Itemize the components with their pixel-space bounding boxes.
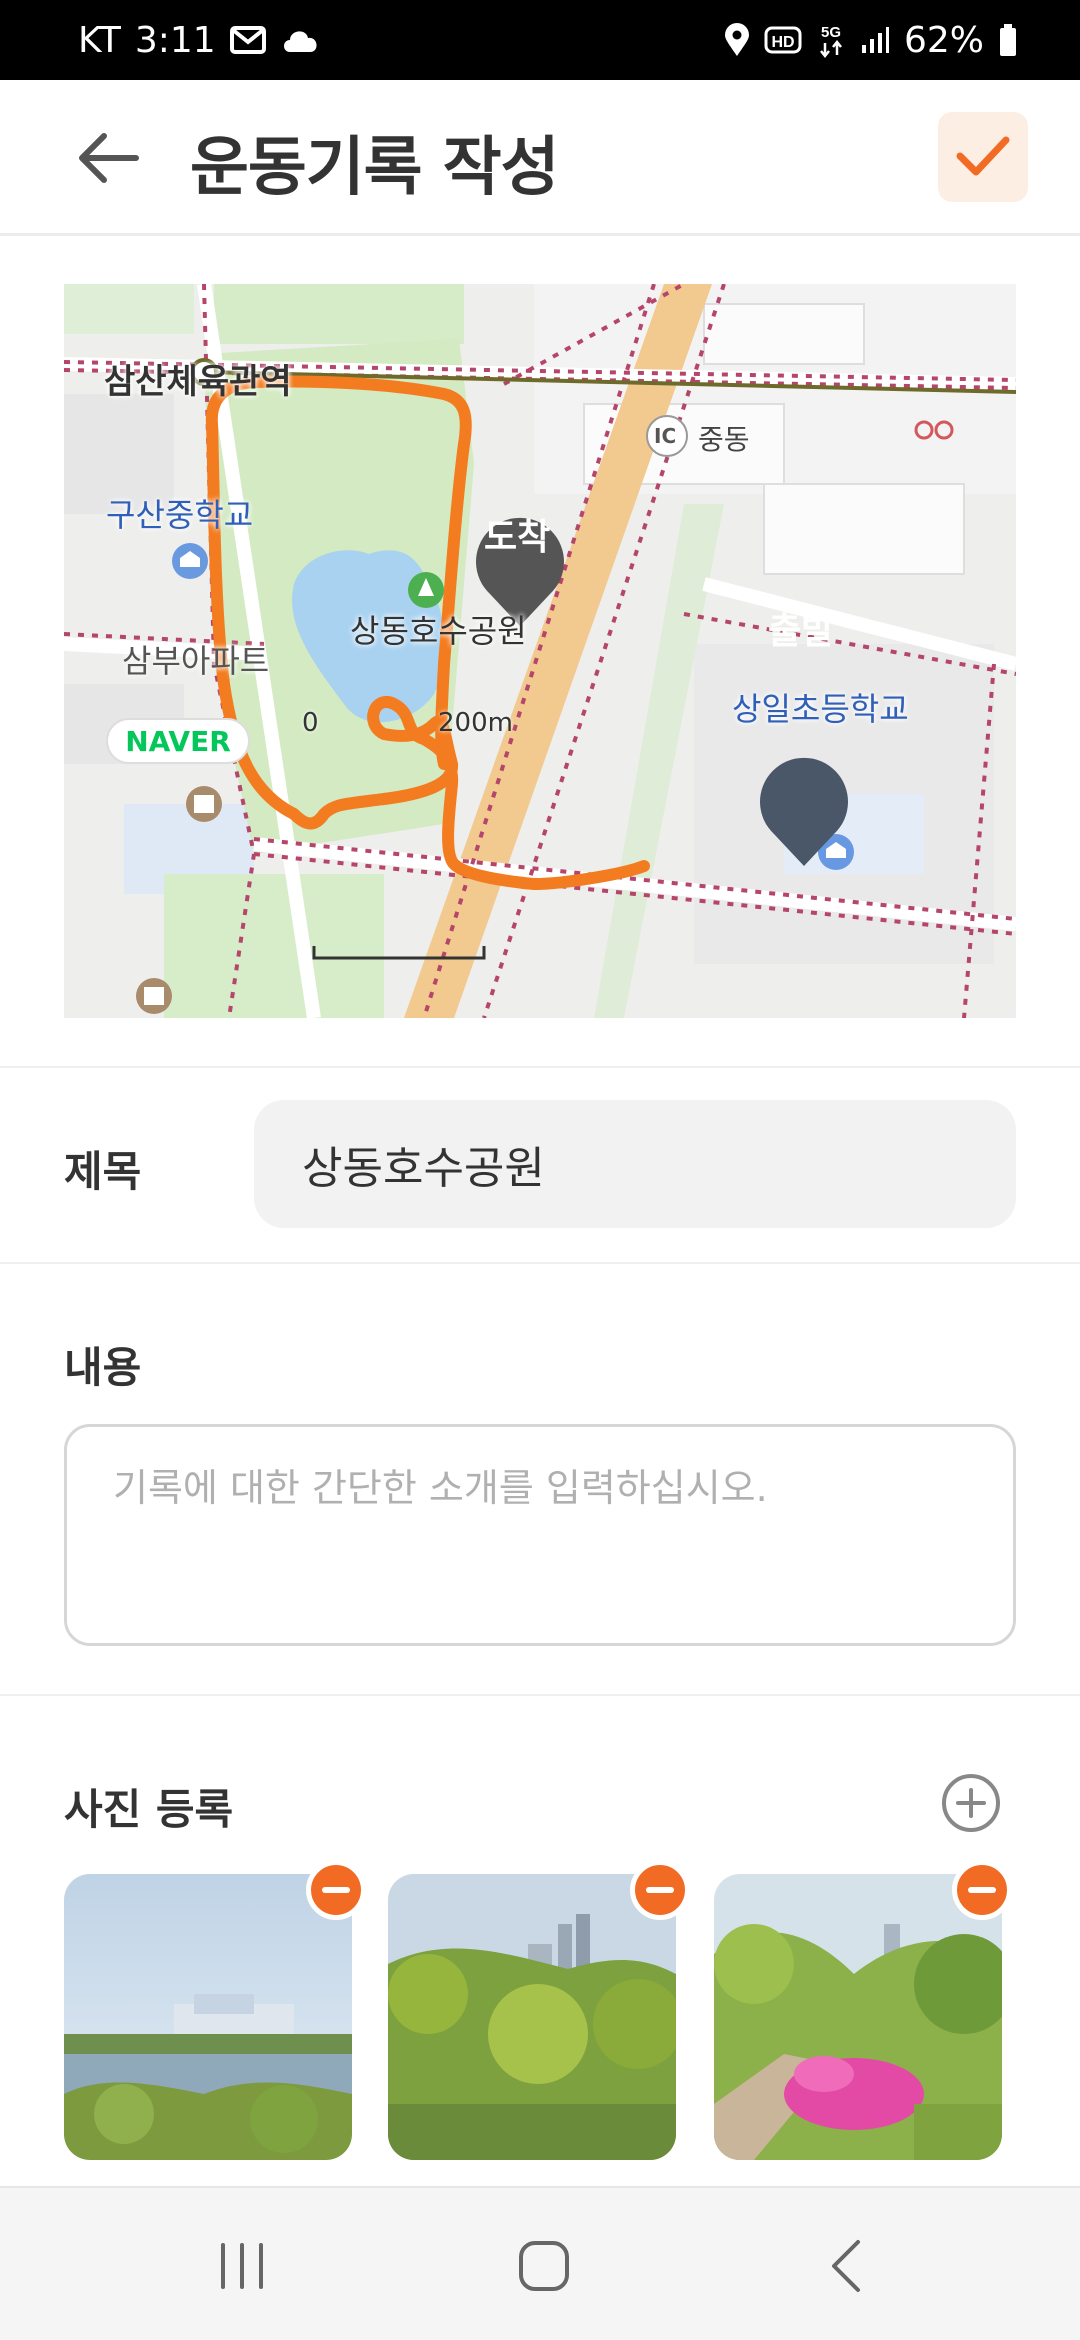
title-label: 제목: [64, 1147, 142, 1196]
divider: [0, 1066, 1080, 1068]
status-bar: KT 3:11 HD 5G 62%: [0, 0, 1080, 80]
arrow-left-icon: [79, 133, 139, 183]
naver-logo: NAVER: [106, 718, 250, 764]
back-button[interactable]: [62, 120, 154, 196]
time-text: 3:11: [134, 19, 216, 61]
battery-text: 62%: [903, 19, 984, 61]
route-map[interactable]: 삼산체육관역 구산중학교 삼부아파트 상동호수공원 상일초등학교 IC 중동 도…: [64, 284, 1016, 1018]
plus-icon: [956, 1788, 986, 1818]
status-right: HD 5G 62%: [724, 20, 1018, 61]
remove-photo-button[interactable]: [630, 1860, 690, 1920]
page-title: 운동기록 작성: [190, 131, 560, 205]
svg-text:5G: 5G: [821, 24, 841, 41]
map-label-school2: 상일초등학교: [732, 690, 909, 728]
svg-text:HD: HD: [771, 34, 794, 51]
remove-photo-button[interactable]: [952, 1860, 1012, 1920]
photo-label: 사진 등록: [64, 1785, 234, 1834]
5g-icon: 5G: [816, 21, 846, 59]
photo-thumbnail[interactable]: [388, 1874, 676, 2160]
map-label-school1: 구산중학교: [106, 496, 254, 534]
divider: [0, 1694, 1080, 1696]
home-button[interactable]: [494, 2228, 594, 2304]
photo-thumbnail[interactable]: [714, 1874, 1002, 2160]
content-textarea[interactable]: [64, 1424, 1016, 1646]
mail-icon: [229, 26, 266, 54]
nav-back-button[interactable]: [796, 2228, 896, 2304]
map-label-park: 상동호수공원: [350, 612, 527, 650]
status-left: KT 3:11: [78, 20, 320, 61]
map-label-apartment: 삼부아파트: [122, 642, 270, 680]
remove-photo-button[interactable]: [306, 1860, 366, 1920]
screen: KT 3:11 HD 5G 62% 운동기록 작성 삼산체육관역 구산중학교 삼…: [0, 0, 1080, 2340]
recent-apps-button[interactable]: [192, 2228, 292, 2304]
map-label-ic: IC: [654, 424, 677, 448]
departure-label: 출발: [768, 611, 835, 652]
battery-icon: [998, 23, 1018, 57]
recent-apps-icon: [221, 2243, 263, 2289]
photo-thumbnail[interactable]: [64, 1874, 352, 2160]
scale-end-label: 200m: [438, 708, 513, 738]
minus-icon: [646, 1887, 674, 1893]
add-photo-button[interactable]: [942, 1774, 1000, 1832]
divider: [0, 1262, 1080, 1264]
minus-icon: [968, 1887, 996, 1893]
map-label-ic-name: 중동: [698, 423, 750, 456]
home-icon: [519, 2241, 569, 2291]
map-label-station: 삼산체육관역: [104, 362, 292, 402]
minus-icon: [322, 1887, 350, 1893]
cloud-icon: [280, 24, 320, 56]
scale-start-label: 0: [302, 708, 319, 738]
chevron-left-icon: [832, 2240, 860, 2292]
carrier-text: KT: [78, 19, 121, 61]
app-bar: 운동기록 작성: [0, 80, 1080, 236]
hd-icon: HD: [764, 25, 802, 55]
location-icon: [724, 23, 750, 57]
confirm-button[interactable]: [938, 112, 1028, 202]
check-icon: [956, 136, 1010, 176]
signal-icon: [860, 25, 890, 55]
system-nav-bar: [0, 2186, 1080, 2340]
title-input[interactable]: [254, 1100, 1016, 1228]
content-label: 내용: [64, 1343, 142, 1392]
arrival-label: 도착: [484, 517, 551, 558]
